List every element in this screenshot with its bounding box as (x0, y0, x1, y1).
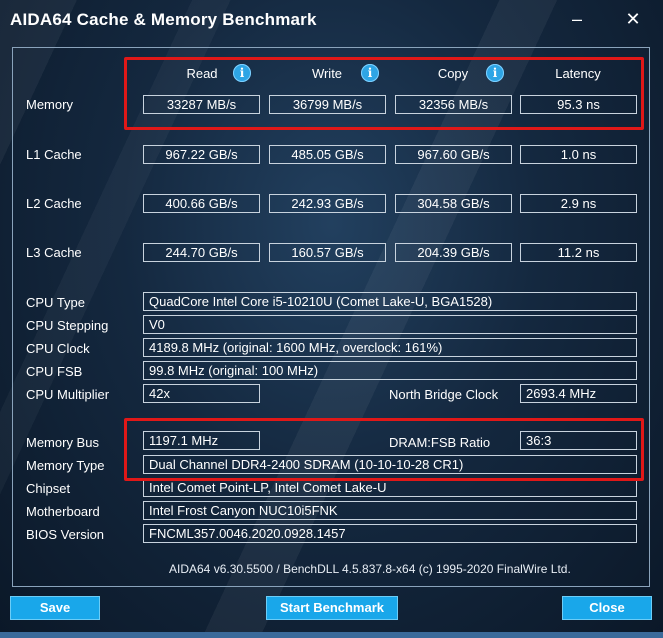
bios-version-value: FNCML357.0046.2020.0928.1457 (143, 524, 637, 543)
row-label-l1-cache: L1 Cache (26, 147, 82, 162)
row-label-memory: Memory (26, 97, 73, 112)
cpu-type-value: QuadCore Intel Core i5-10210U (Comet Lak… (143, 292, 637, 311)
close-button[interactable]: Close (562, 596, 652, 620)
north-bridge-clock-value: 2693.4 MHz (520, 384, 637, 403)
motherboard-value: Intel Frost Canyon NUC10i5FNK (143, 501, 637, 520)
start-benchmark-button[interactable]: Start Benchmark (266, 596, 398, 620)
version-footer: AIDA64 v6.30.5500 / BenchDLL 4.5.837.8-x… (169, 562, 571, 576)
save-button[interactable]: Save (10, 596, 100, 620)
bios-version-label: BIOS Version (26, 527, 105, 542)
cpu-multiplier-value: 42x (143, 384, 260, 403)
row-label-l2-cache: L2 Cache (26, 196, 82, 211)
l2-latency-value: 2.9 ns (520, 194, 637, 213)
cpu-multiplier-label: CPU Multiplier (26, 387, 110, 402)
l3-read-value: 244.70 GB/s (143, 243, 260, 262)
cpu-stepping-value: V0 (143, 315, 637, 334)
window-bottom-edge (0, 632, 663, 638)
cpu-clock-label: CPU Clock (26, 341, 90, 356)
cpu-type-label: CPU Type (26, 295, 86, 310)
north-bridge-clock-label: North Bridge Clock (389, 387, 499, 402)
l1-copy-value: 967.60 GB/s (395, 145, 512, 164)
motherboard-label: Motherboard (26, 504, 100, 519)
cpu-fsb-value: 99.8 MHz (original: 100 MHz) (143, 361, 637, 380)
chipset-label: Chipset (26, 481, 71, 496)
memory-type-label: Memory Type (26, 458, 105, 473)
l1-read-value: 967.22 GB/s (143, 145, 260, 164)
l3-latency-value: 11.2 ns (520, 243, 637, 262)
cpu-fsb-label: CPU FSB (26, 364, 83, 379)
row-label-l3-cache: L3 Cache (26, 245, 82, 260)
l2-copy-value: 304.58 GB/s (395, 194, 512, 213)
l2-read-value: 400.66 GB/s (143, 194, 260, 213)
cpu-clock-value: 4189.8 MHz (original: 1600 MHz, overcloc… (143, 338, 637, 357)
minimize-icon[interactable]: – (566, 8, 588, 30)
l1-write-value: 485.05 GB/s (269, 145, 386, 164)
cpu-stepping-label: CPU Stepping (26, 318, 109, 333)
highlight-memory-results (124, 57, 644, 130)
memory-bus-label: Memory Bus (26, 435, 99, 450)
window-title: AIDA64 Cache & Memory Benchmark (10, 10, 317, 29)
l2-write-value: 242.93 GB/s (269, 194, 386, 213)
highlight-memory-info (124, 418, 644, 481)
l3-copy-value: 204.39 GB/s (395, 243, 512, 262)
close-window-icon[interactable]: ✕ (622, 8, 644, 30)
l3-write-value: 160.57 GB/s (269, 243, 386, 262)
l1-latency-value: 1.0 ns (520, 145, 637, 164)
